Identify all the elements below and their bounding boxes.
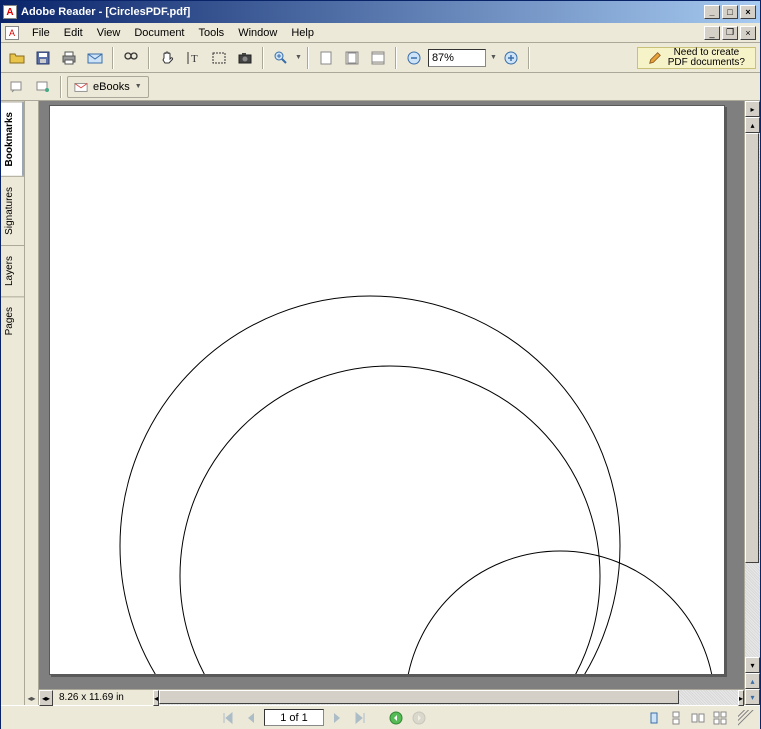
gutter-toggle-button[interactable]: ◂▸ [39, 690, 53, 706]
horizontal-scrollbar[interactable]: ◂ ▸ [153, 690, 744, 705]
chevron-down-icon[interactable]: ▼ [490, 54, 497, 61]
ebooks-button[interactable]: eBooks ▼ [67, 76, 149, 98]
separator [60, 76, 62, 98]
menu-view[interactable]: View [90, 25, 128, 41]
zoom-in-button[interactable] [269, 46, 293, 70]
open-button[interactable] [5, 46, 29, 70]
page-number-input[interactable] [264, 709, 324, 726]
review-button[interactable] [5, 75, 29, 99]
minimize-button[interactable]: _ [704, 5, 720, 19]
continuous-facing-button[interactable] [710, 708, 730, 728]
menu-edit[interactable]: Edit [57, 25, 90, 41]
mdi-close-button[interactable]: × [740, 26, 756, 40]
next-view-button[interactable] [409, 708, 429, 728]
save-button[interactable] [31, 46, 55, 70]
zoom-out-button[interactable] [402, 46, 426, 70]
email-button[interactable] [83, 46, 107, 70]
mdi-window-controls: _ ❐ × [704, 26, 756, 40]
separator [395, 47, 397, 69]
select-text-tool-button[interactable]: T [181, 46, 205, 70]
ebooks-icon [74, 80, 88, 94]
mdi-restore-button[interactable]: ❐ [722, 26, 738, 40]
search-button[interactable] [119, 46, 143, 70]
secondary-toolbar: eBooks ▼ [1, 73, 760, 101]
navigation-panel: Bookmarks Signatures Layers Pages [1, 101, 25, 705]
ebooks-label: eBooks [93, 81, 130, 93]
separator [262, 47, 264, 69]
review-comment-button[interactable] [31, 75, 55, 99]
pencil-icon [648, 51, 662, 65]
window-controls: _ □ × [704, 5, 756, 19]
document-icon: A [5, 26, 19, 40]
facing-button[interactable] [688, 708, 708, 728]
page-up-button[interactable]: ▴ [745, 673, 760, 689]
scroll-down-button[interactable]: ▾ [745, 657, 760, 673]
promo-line2: PDF documents? [668, 57, 745, 68]
first-page-button[interactable] [218, 708, 238, 728]
close-button[interactable]: × [740, 5, 756, 19]
svg-text:T: T [191, 53, 198, 65]
work-area: Bookmarks Signatures Layers Pages ◂▸ ◂▸ … [1, 101, 760, 705]
left-gutter: ◂▸ [25, 101, 39, 705]
fit-page-button[interactable] [340, 46, 364, 70]
window-title: Adobe Reader - [CirclesPDF.pdf] [21, 6, 704, 18]
separator [528, 47, 530, 69]
chevron-down-icon[interactable]: ▼ [295, 54, 302, 61]
window-titlebar: A Adobe Reader - [CirclesPDF.pdf] _ □ × [1, 1, 760, 23]
hand-tool-button[interactable] [155, 46, 179, 70]
zoom-in-plus-button[interactable] [499, 46, 523, 70]
resize-grip[interactable] [738, 710, 754, 726]
single-page-button[interactable] [644, 708, 664, 728]
horizontal-scrollbar-row: ◂▸ 8.26 x 11.69 in ◂ ▸ [39, 689, 744, 705]
tab-signatures[interactable]: Signatures [1, 176, 24, 245]
vscroll-thumb[interactable] [745, 133, 759, 563]
page-dimensions-label: 8.26 x 11.69 in [53, 690, 153, 705]
scroll-up-button[interactable]: ▴ [745, 117, 760, 133]
last-page-button[interactable] [350, 708, 370, 728]
previous-page-button[interactable] [241, 708, 261, 728]
adobe-reader-icon: A [3, 5, 17, 19]
pdf-page [49, 105, 725, 675]
zoom-input[interactable] [428, 49, 486, 67]
select-image-tool-button[interactable] [207, 46, 231, 70]
page-layout-group [644, 708, 730, 728]
menu-help[interactable]: Help [284, 25, 321, 41]
actual-size-button[interactable] [314, 46, 338, 70]
gutter-arrow-icon[interactable]: ◂▸ [27, 694, 35, 703]
page-down-button[interactable]: ▾ [745, 689, 760, 705]
tab-pages[interactable]: Pages [1, 296, 24, 345]
continuous-button[interactable] [666, 708, 686, 728]
tab-bookmarks[interactable]: Bookmarks [1, 101, 24, 176]
separator [148, 47, 150, 69]
separator [112, 47, 114, 69]
scroll-menu-button[interactable]: ▸ [745, 101, 760, 117]
snapshot-tool-button[interactable] [233, 46, 257, 70]
separator [307, 47, 309, 69]
chevron-down-icon: ▼ [135, 83, 142, 90]
menu-file[interactable]: File [25, 25, 57, 41]
hscroll-thumb[interactable] [159, 690, 679, 704]
main-toolbar: T ▼ ▼ Need to createPDF documents? [1, 43, 760, 73]
tab-layers[interactable]: Layers [1, 245, 24, 296]
create-pdf-promo[interactable]: Need to createPDF documents? [637, 47, 756, 69]
menu-document[interactable]: Document [127, 25, 191, 41]
menu-window[interactable]: Window [231, 25, 284, 41]
next-page-button[interactable] [327, 708, 347, 728]
status-bar [1, 705, 760, 729]
page-navigation [218, 708, 429, 728]
maximize-button[interactable]: □ [722, 5, 738, 19]
print-button[interactable] [57, 46, 81, 70]
previous-view-button[interactable] [386, 708, 406, 728]
page-viewport[interactable] [39, 101, 744, 689]
menu-tools[interactable]: Tools [192, 25, 232, 41]
mdi-minimize-button[interactable]: _ [704, 26, 720, 40]
fit-width-button[interactable] [366, 46, 390, 70]
vertical-scrollbar[interactable]: ▸ ▴ ▾ ▴ ▾ [744, 101, 760, 705]
document-area: ◂▸ ◂▸ 8.26 x 11.69 in ◂ ▸ [25, 101, 760, 705]
menu-bar: A File Edit View Document Tools Window H… [1, 23, 760, 43]
